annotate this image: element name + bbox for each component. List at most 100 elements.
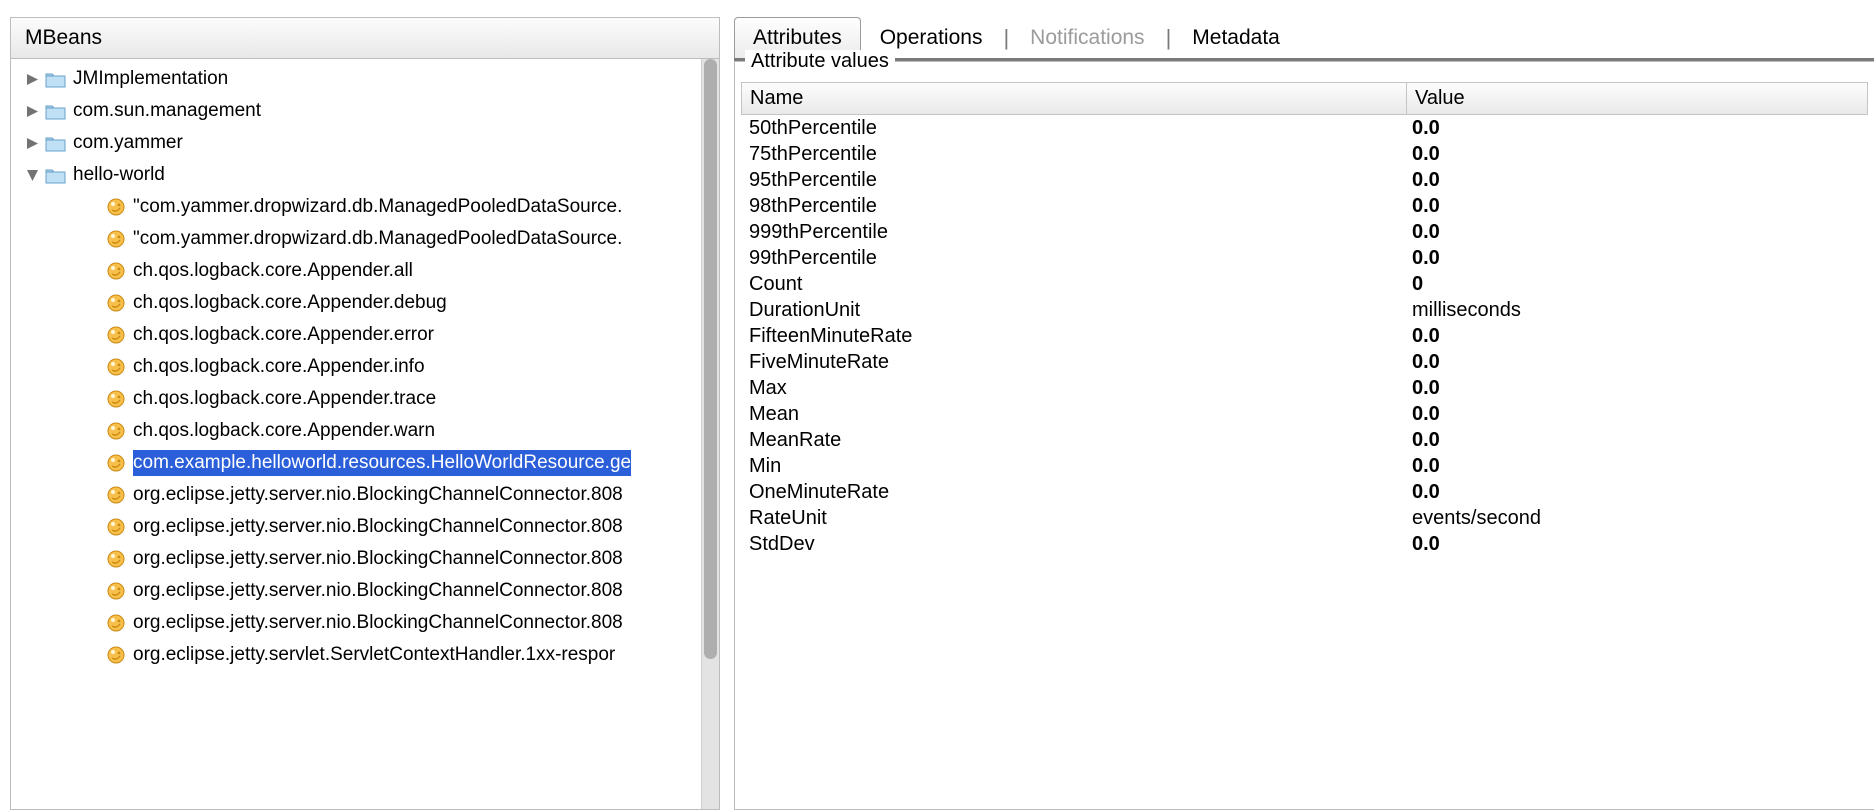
disclosure-right-icon[interactable] — [23, 134, 41, 152]
bean-icon — [105, 197, 127, 217]
table-row[interactable]: Mean0.0 — [741, 401, 1868, 427]
tree-wrap: JMImplementation com.sun.management com.ya… — [11, 59, 719, 809]
bean-icon — [105, 325, 127, 345]
attr-name: StdDev — [741, 531, 1406, 557]
attr-value: 0.0 — [1406, 167, 1868, 193]
attr-value: 0.0 — [1406, 375, 1868, 401]
tree-label: org.eclipse.jetty.server.nio.BlockingCha… — [133, 612, 623, 634]
tree-bean[interactable]: org.eclipse.jetty.server.nio.BlockingCha… — [13, 607, 701, 639]
attr-value: 0.0 — [1406, 427, 1868, 453]
tree-bean[interactable]: ch.qos.logback.core.Appender.trace — [13, 383, 701, 415]
tree-bean[interactable]: ch.qos.logback.core.Appender.error — [13, 319, 701, 351]
col-value[interactable]: Value — [1407, 83, 1867, 114]
table-row[interactable]: 95thPercentile0.0 — [741, 167, 1868, 193]
tree-bean[interactable]: ch.qos.logback.core.Appender.debug — [13, 287, 701, 319]
col-name[interactable]: Name — [742, 83, 1407, 114]
attr-name: Min — [741, 453, 1406, 479]
tree-bean[interactable]: org.eclipse.jetty.server.nio.BlockingCha… — [13, 543, 701, 575]
attr-name: Mean — [741, 401, 1406, 427]
tree-bean[interactable]: ch.qos.logback.core.Appender.warn — [13, 415, 701, 447]
tree-bean[interactable]: com.example.helloworld.resources.HelloWo… — [13, 447, 701, 479]
attr-name: Count — [741, 271, 1406, 297]
table-row[interactable]: Min0.0 — [741, 453, 1868, 479]
tree-folder[interactable]: com.yammer — [13, 127, 701, 159]
attr-name: 50thPercentile — [741, 115, 1406, 141]
table-row[interactable]: 999thPercentile0.0 — [741, 219, 1868, 245]
table-row[interactable]: OneMinuteRate0.0 — [741, 479, 1868, 505]
tree-bean[interactable]: org.eclipse.jetty.servlet.ServletContext… — [13, 639, 701, 671]
table-row[interactable]: Max0.0 — [741, 375, 1868, 401]
table-row[interactable]: Count0 — [741, 271, 1868, 297]
attr-value: milliseconds — [1406, 297, 1868, 323]
details-panel: Attributes Operations | Notifications | … — [734, 17, 1874, 810]
disclosure-down-icon[interactable] — [23, 166, 41, 184]
tree-label: ch.qos.logback.core.Appender.warn — [133, 420, 435, 442]
tree-bean[interactable]: ch.qos.logback.core.Appender.all — [13, 255, 701, 287]
tabs: Attributes Operations | Notifications | … — [734, 17, 1874, 61]
tab-metadata[interactable]: Metadata — [1173, 17, 1299, 58]
table-row[interactable]: StdDev0.0 — [741, 531, 1868, 557]
tab-label: Notifications — [1030, 26, 1144, 49]
tree-bean[interactable]: "com.yammer.dropwizard.db.ManagedPooledD… — [13, 191, 701, 223]
attr-name: MeanRate — [741, 427, 1406, 453]
attr-value: 0.0 — [1406, 193, 1868, 219]
bean-icon — [105, 357, 127, 377]
attr-value: 0.0 — [1406, 531, 1868, 557]
attr-name: 98thPercentile — [741, 193, 1406, 219]
tree-label: org.eclipse.jetty.server.nio.BlockingCha… — [133, 516, 623, 538]
tree-bean[interactable]: "com.yammer.dropwizard.db.ManagedPooledD… — [13, 223, 701, 255]
tree-bean[interactable]: org.eclipse.jetty.server.nio.BlockingCha… — [13, 479, 701, 511]
attr-value: 0.0 — [1406, 115, 1868, 141]
tree-label: org.eclipse.jetty.server.nio.BlockingCha… — [133, 580, 623, 602]
tree-label: "com.yammer.dropwizard.db.ManagedPooledD… — [133, 228, 622, 250]
tree-label: org.eclipse.jetty.server.nio.BlockingCha… — [133, 484, 623, 506]
folder-icon — [45, 165, 67, 185]
tree-bean[interactable]: org.eclipse.jetty.server.nio.BlockingCha… — [13, 575, 701, 607]
attr-name: 99thPercentile — [741, 245, 1406, 271]
attr-name: FifteenMinuteRate — [741, 323, 1406, 349]
tree-label: com.sun.management — [73, 100, 261, 122]
table-row[interactable]: 50thPercentile0.0 — [741, 115, 1868, 141]
bean-icon — [105, 485, 127, 505]
tree-folder[interactable]: hello-world — [13, 159, 701, 191]
disclosure-right-icon[interactable] — [23, 102, 41, 120]
scrollbar-thumb[interactable] — [704, 59, 717, 659]
table-row[interactable]: RateUnitevents/second — [741, 505, 1868, 531]
mbeans-header: MBeans — [11, 17, 719, 59]
attr-name: 999thPercentile — [741, 219, 1406, 245]
tree-folder[interactable]: JMImplementation — [13, 63, 701, 95]
tree-label: org.eclipse.jetty.servlet.ServletContext… — [133, 644, 615, 666]
attr-value: 0.0 — [1406, 141, 1868, 167]
group-label: Attribute values — [745, 50, 895, 73]
table-row[interactable]: FiveMinuteRate0.0 — [741, 349, 1868, 375]
table-row[interactable]: FifteenMinuteRate0.0 — [741, 323, 1868, 349]
tree-bean[interactable]: ch.qos.logback.core.Appender.info — [13, 351, 701, 383]
tree-folder[interactable]: com.sun.management — [13, 95, 701, 127]
col-value-label: Value — [1415, 87, 1465, 109]
attr-value: 0.0 — [1406, 401, 1868, 427]
attr-value: 0 — [1406, 271, 1868, 297]
mbeans-tree[interactable]: JMImplementation com.sun.management com.ya… — [11, 59, 701, 809]
separator: | — [1001, 25, 1011, 51]
tab-label: Metadata — [1192, 26, 1280, 49]
tree-label: ch.qos.logback.core.Appender.info — [133, 356, 425, 378]
bean-icon — [105, 581, 127, 601]
tree-label: ch.qos.logback.core.Appender.trace — [133, 388, 436, 410]
tree-label: ch.qos.logback.core.Appender.error — [133, 324, 434, 346]
attr-name: RateUnit — [741, 505, 1406, 531]
attr-value: 0.0 — [1406, 349, 1868, 375]
table-row[interactable]: 75thPercentile0.0 — [741, 141, 1868, 167]
tree-bean[interactable]: org.eclipse.jetty.server.nio.BlockingCha… — [13, 511, 701, 543]
table-row[interactable]: MeanRate0.0 — [741, 427, 1868, 453]
bean-icon — [105, 293, 127, 313]
scrollbar-vertical[interactable] — [701, 59, 719, 809]
disclosure-right-icon[interactable] — [23, 70, 41, 88]
attr-value: 0.0 — [1406, 245, 1868, 271]
table-row[interactable]: 98thPercentile0.0 — [741, 193, 1868, 219]
tab-notifications[interactable]: Notifications — [1011, 17, 1163, 58]
attr-value: 0.0 — [1406, 453, 1868, 479]
attr-value: events/second — [1406, 505, 1868, 531]
attr-name: DurationUnit — [741, 297, 1406, 323]
table-row[interactable]: 99thPercentile0.0 — [741, 245, 1868, 271]
table-row[interactable]: DurationUnitmilliseconds — [741, 297, 1868, 323]
